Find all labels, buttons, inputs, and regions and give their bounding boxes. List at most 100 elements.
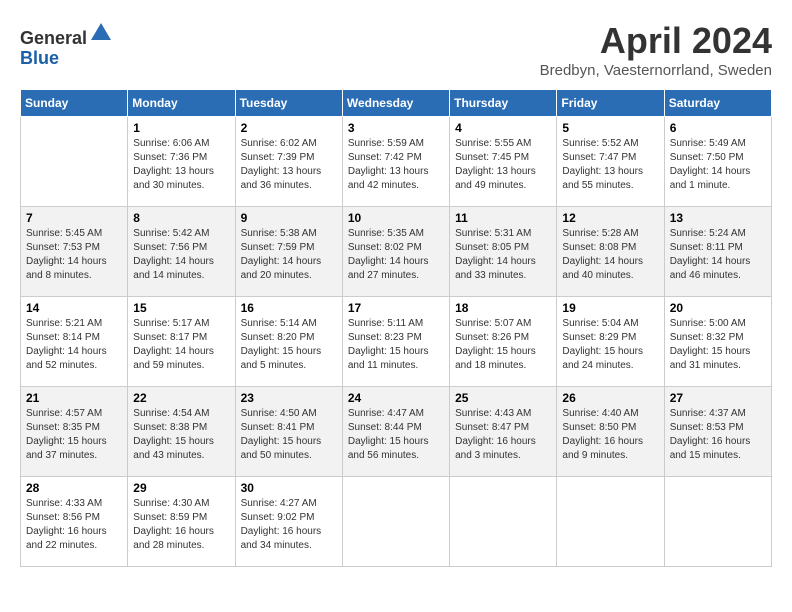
calendar-week-row: 7 Sunrise: 5:45 AMSunset: 7:53 PMDaylight… bbox=[21, 207, 772, 297]
calendar-cell: 23 Sunrise: 4:50 AMSunset: 8:41 PMDayligh… bbox=[235, 387, 342, 477]
day-number: 7 bbox=[26, 211, 122, 225]
logo-blue: Blue bbox=[20, 48, 59, 68]
day-number: 5 bbox=[562, 121, 658, 135]
calendar-cell: 18Sunrise: 5:07 AMSunset: 8:26 PMDayligh… bbox=[450, 297, 557, 387]
day-info: Sunrise: 5:14 AMSunset: 8:20 PMDaylight:… bbox=[241, 317, 337, 373]
calendar-cell: 21Sunrise: 4:57 AMSunset: 8:35 PMDayligh… bbox=[21, 387, 128, 477]
calendar-cell: 26 Sunrise: 4:40 AMSunset: 8:50 PMDayligh… bbox=[557, 387, 664, 477]
calendar-cell: 15Sunrise: 5:17 AMSunset: 8:17 PMDayligh… bbox=[128, 297, 235, 387]
calendar-cell: 27 Sunrise: 4:37 AMSunset: 8:53 PMDayligh… bbox=[664, 387, 771, 477]
day-number: 25 bbox=[455, 391, 551, 405]
day-number: 13 bbox=[670, 211, 766, 225]
day-info: Sunrise: 5:42 AMSunset: 7:56 PMDaylight:… bbox=[133, 227, 229, 283]
calendar-cell: 5 Sunrise: 5:52 AMSunset: 7:47 PMDaylight… bbox=[557, 117, 664, 207]
day-info: Sunrise: 5:45 AMSunset: 7:53 PMDaylight:… bbox=[26, 227, 122, 283]
day-number: 29 bbox=[133, 481, 229, 495]
day-number: 8 bbox=[133, 211, 229, 225]
calendar-cell: 13Sunrise: 5:24 AMSunset: 8:11 PMDayligh… bbox=[664, 207, 771, 297]
day-info: Sunrise: 4:37 AMSunset: 8:53 PMDaylight:… bbox=[670, 407, 766, 463]
calendar-cell: 12 Sunrise: 5:28 AMSunset: 8:08 PMDayligh… bbox=[557, 207, 664, 297]
day-number: 20 bbox=[670, 301, 766, 315]
day-number: 6 bbox=[670, 121, 766, 135]
month-title: April 2024 bbox=[540, 20, 772, 62]
day-info: Sunrise: 5:11 AMSunset: 8:23 PMDaylight:… bbox=[348, 317, 444, 373]
calendar-cell bbox=[450, 477, 557, 567]
calendar-cell: 2 Sunrise: 6:02 AMSunset: 7:39 PMDaylight… bbox=[235, 117, 342, 207]
day-info: Sunrise: 6:06 AMSunset: 7:36 PMDaylight:… bbox=[133, 137, 229, 193]
day-number: 23 bbox=[241, 391, 337, 405]
day-info: Sunrise: 4:33 AMSunset: 8:56 PMDaylight:… bbox=[26, 497, 122, 553]
location-title: Bredbyn, Vaesternorrland, Sweden bbox=[540, 62, 772, 79]
calendar-cell: 14Sunrise: 5:21 AMSunset: 8:14 PMDayligh… bbox=[21, 297, 128, 387]
day-number: 17 bbox=[348, 301, 444, 315]
logo-icon bbox=[89, 20, 113, 44]
calendar-cell: 1 Sunrise: 6:06 AMSunset: 7:36 PMDaylight… bbox=[128, 117, 235, 207]
calendar-cell: 4 Sunrise: 5:55 AMSunset: 7:45 PMDaylight… bbox=[450, 117, 557, 207]
col-header-saturday: Saturday bbox=[664, 90, 771, 117]
calendar-cell: 10 Sunrise: 5:35 AMSunset: 8:02 PMDayligh… bbox=[342, 207, 449, 297]
calendar-cell: 3 Sunrise: 5:59 AMSunset: 7:42 PMDaylight… bbox=[342, 117, 449, 207]
day-info: Sunrise: 5:59 AMSunset: 7:42 PMDaylight:… bbox=[348, 137, 444, 193]
day-info: Sunrise: 4:47 AMSunset: 8:44 PMDaylight:… bbox=[348, 407, 444, 463]
calendar-cell: 28 Sunrise: 4:33 AMSunset: 8:56 PMDayligh… bbox=[21, 477, 128, 567]
day-info: Sunrise: 4:40 AMSunset: 8:50 PMDaylight:… bbox=[562, 407, 658, 463]
calendar-week-row: 1 Sunrise: 6:06 AMSunset: 7:36 PMDaylight… bbox=[21, 117, 772, 207]
day-info: Sunrise: 5:55 AMSunset: 7:45 PMDaylight:… bbox=[455, 137, 551, 193]
day-number: 26 bbox=[562, 391, 658, 405]
logo: General Blue bbox=[20, 20, 113, 69]
day-number: 22 bbox=[133, 391, 229, 405]
col-header-monday: Monday bbox=[128, 90, 235, 117]
day-info: Sunrise: 4:30 AMSunset: 8:59 PMDaylight:… bbox=[133, 497, 229, 553]
calendar-cell: 6 Sunrise: 5:49 AMSunset: 7:50 PMDaylight… bbox=[664, 117, 771, 207]
calendar-cell: 19 Sunrise: 5:04 AMSunset: 8:29 PMDayligh… bbox=[557, 297, 664, 387]
calendar-week-row: 21Sunrise: 4:57 AMSunset: 8:35 PMDayligh… bbox=[21, 387, 772, 477]
day-number: 3 bbox=[348, 121, 444, 135]
page-header: General Blue April 2024 Bredbyn, Vaester… bbox=[20, 20, 772, 79]
day-number: 1 bbox=[133, 121, 229, 135]
day-number: 30 bbox=[241, 481, 337, 495]
day-number: 16 bbox=[241, 301, 337, 315]
day-info: Sunrise: 5:28 AMSunset: 8:08 PMDaylight:… bbox=[562, 227, 658, 283]
day-info: Sunrise: 4:54 AMSunset: 8:38 PMDaylight:… bbox=[133, 407, 229, 463]
day-number: 28 bbox=[26, 481, 122, 495]
day-info: Sunrise: 4:50 AMSunset: 8:41 PMDaylight:… bbox=[241, 407, 337, 463]
col-header-wednesday: Wednesday bbox=[342, 90, 449, 117]
day-info: Sunrise: 5:52 AMSunset: 7:47 PMDaylight:… bbox=[562, 137, 658, 193]
calendar-week-row: 28 Sunrise: 4:33 AMSunset: 8:56 PMDayligh… bbox=[21, 477, 772, 567]
day-info: Sunrise: 6:02 AMSunset: 7:39 PMDaylight:… bbox=[241, 137, 337, 193]
calendar-cell: 11 Sunrise: 5:31 AMSunset: 8:05 PMDayligh… bbox=[450, 207, 557, 297]
calendar-header-row: SundayMondayTuesdayWednesdayThursdayFrid… bbox=[21, 90, 772, 117]
calendar-cell: 20Sunrise: 5:00 AMSunset: 8:32 PMDayligh… bbox=[664, 297, 771, 387]
col-header-tuesday: Tuesday bbox=[235, 90, 342, 117]
calendar-cell: 22 Sunrise: 4:54 AMSunset: 8:38 PMDayligh… bbox=[128, 387, 235, 477]
col-header-sunday: Sunday bbox=[21, 90, 128, 117]
day-info: Sunrise: 5:35 AMSunset: 8:02 PMDaylight:… bbox=[348, 227, 444, 283]
day-info: Sunrise: 5:21 AMSunset: 8:14 PMDaylight:… bbox=[26, 317, 122, 373]
calendar-cell bbox=[664, 477, 771, 567]
day-number: 15 bbox=[133, 301, 229, 315]
logo-general: General bbox=[20, 28, 87, 48]
calendar-cell bbox=[21, 117, 128, 207]
calendar-cell: 7 Sunrise: 5:45 AMSunset: 7:53 PMDaylight… bbox=[21, 207, 128, 297]
day-number: 27 bbox=[670, 391, 766, 405]
day-number: 11 bbox=[455, 211, 551, 225]
calendar-week-row: 14Sunrise: 5:21 AMSunset: 8:14 PMDayligh… bbox=[21, 297, 772, 387]
day-info: Sunrise: 5:04 AMSunset: 8:29 PMDaylight:… bbox=[562, 317, 658, 373]
day-number: 12 bbox=[562, 211, 658, 225]
calendar-cell: 9Sunrise: 5:38 AMSunset: 7:59 PMDaylight… bbox=[235, 207, 342, 297]
day-number: 4 bbox=[455, 121, 551, 135]
day-number: 2 bbox=[241, 121, 337, 135]
day-number: 24 bbox=[348, 391, 444, 405]
day-info: Sunrise: 5:31 AMSunset: 8:05 PMDaylight:… bbox=[455, 227, 551, 283]
calendar-cell: 24 Sunrise: 4:47 AMSunset: 8:44 PMDayligh… bbox=[342, 387, 449, 477]
day-info: Sunrise: 4:57 AMSunset: 8:35 PMDaylight:… bbox=[26, 407, 122, 463]
calendar-cell bbox=[557, 477, 664, 567]
title-block: April 2024 Bredbyn, Vaesternorrland, Swe… bbox=[540, 20, 772, 79]
day-number: 19 bbox=[562, 301, 658, 315]
day-info: Sunrise: 5:49 AMSunset: 7:50 PMDaylight:… bbox=[670, 137, 766, 193]
col-header-thursday: Thursday bbox=[450, 90, 557, 117]
day-info: Sunrise: 4:27 AMSunset: 9:02 PMDaylight:… bbox=[241, 497, 337, 553]
day-number: 18 bbox=[455, 301, 551, 315]
calendar-cell: 30 Sunrise: 4:27 AMSunset: 9:02 PMDayligh… bbox=[235, 477, 342, 567]
day-number: 10 bbox=[348, 211, 444, 225]
